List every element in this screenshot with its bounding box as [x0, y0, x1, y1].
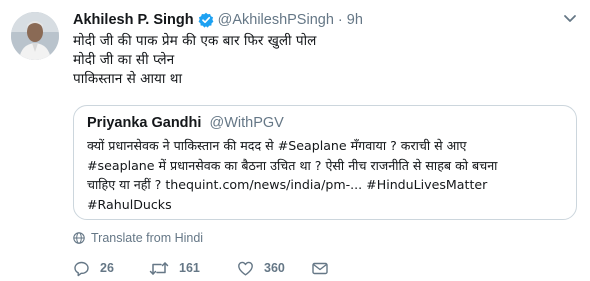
quoted-tweet[interactable]: Priyanka Gandhi @WithPGV क्यों प्रधानसेव…	[73, 105, 577, 220]
separator-dot: ·	[337, 12, 343, 28]
quoted-author-name: Priyanka Gandhi	[87, 115, 202, 131]
verified-badge-icon	[198, 12, 214, 28]
retweet-button[interactable]: 161	[149, 258, 200, 278]
reply-count: 26	[100, 261, 114, 275]
quoted-tweet-text: क्यों प्रधानसेवक ने पाकिस्तान की मदद से …	[87, 136, 567, 214]
retweet-count: 161	[179, 261, 200, 275]
direct-message-button[interactable]	[311, 258, 339, 278]
author-name[interactable]: Akhilesh P. Singh	[73, 12, 194, 28]
tweet[interactable]: Akhilesh P. Singh @AkhileshPSingh · 9h म…	[0, 0, 590, 281]
tweet-header: Akhilesh P. Singh @AkhileshPSingh · 9h	[73, 11, 363, 29]
quoted-text-line: #seaplane में प्रधानसेवक का बैठना उचित थ…	[87, 157, 498, 173]
avatar[interactable]	[11, 12, 59, 60]
tweet-text-line: मोदी जी की पाक प्रेम की एक बार फिर खुली …	[73, 33, 317, 49]
translate-label[interactable]: Translate from Hindi	[91, 231, 203, 245]
like-count: 360	[264, 261, 285, 275]
author-handle[interactable]: @AkhileshPSingh	[218, 12, 334, 28]
translate-link[interactable]: Translate from Hindi	[73, 230, 203, 246]
quoted-tweet-header: Priyanka Gandhi @WithPGV	[87, 115, 284, 131]
retweet-icon	[149, 261, 169, 275]
globe-icon	[73, 232, 85, 244]
tweet-actions: 26 161 360	[73, 258, 373, 278]
quoted-text-line: चाहिए या नहीं ? thequint.com/news/india/…	[87, 177, 488, 192]
direct-message-icon	[312, 262, 328, 274]
quoted-author-handle: @WithPGV	[209, 115, 284, 131]
caret-down-icon[interactable]	[563, 14, 577, 24]
heart-icon	[238, 261, 253, 275]
reply-icon	[74, 261, 89, 276]
quoted-text-line: #RahulDucks	[87, 196, 172, 212]
tweet-text-line: मोदी जी का सी प्लेन	[73, 52, 175, 68]
tweet-time[interactable]: 9h	[347, 12, 363, 28]
tweet-text: मोदी जी की पाक प्रेम की एक बार फिर खुली …	[73, 32, 573, 89]
quoted-text-line: क्यों प्रधानसेवक ने पाकिस्तान की मदद से …	[87, 138, 467, 153]
like-button[interactable]: 360	[237, 258, 285, 278]
tweet-text-line: पाकिस्तान से आया था	[73, 71, 182, 87]
reply-button[interactable]: 26	[73, 258, 114, 278]
